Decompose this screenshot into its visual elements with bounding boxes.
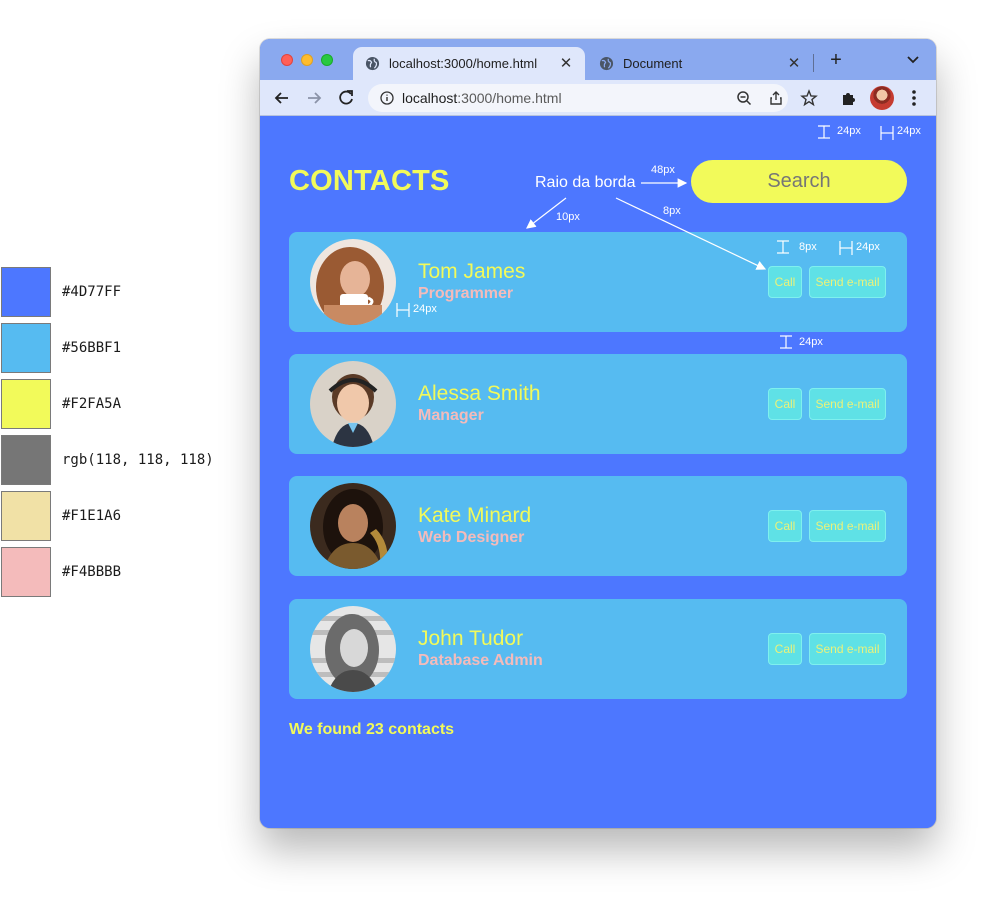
share-icon[interactable] <box>768 90 784 106</box>
annotation-label: 10px <box>556 211 580 223</box>
annotation-label: Raio da borda <box>535 174 636 191</box>
web-page: CONTACTS Search Tom James Programmer Cal… <box>260 116 936 828</box>
palette-item: #4D77FF <box>1 267 121 317</box>
tab-divider <box>813 54 814 72</box>
contact-role: Web Designer <box>418 529 525 546</box>
spacing-marker <box>780 335 792 349</box>
page-title: CONTACTS <box>289 165 450 197</box>
contacts-count: We found 23 contacts <box>289 721 455 738</box>
tab-title: localhost:3000/home.html <box>389 56 538 71</box>
bookmark-star-icon[interactable] <box>800 89 818 107</box>
minimize-window-button[interactable] <box>301 54 313 66</box>
close-icon[interactable]: ✕ <box>557 55 575 73</box>
call-button[interactable]: Call <box>768 388 802 420</box>
call-button[interactable]: Call <box>768 633 802 665</box>
color-label: #F2FA5A <box>62 396 122 412</box>
contact-card: Kate Minard Web Designer Call Send e-mai… <box>289 476 907 576</box>
color-label: rgb(118, 118, 118) <box>62 452 214 468</box>
more-menu-icon[interactable] <box>911 89 917 107</box>
palette-item: #F1E1A6 <box>1 491 121 541</box>
avatar-photo <box>310 483 396 569</box>
color-swatch <box>1 547 51 597</box>
tab-strip: localhost:3000/home.html ✕ Document ✕ + <box>260 39 936 80</box>
contact-name: John Tudor <box>418 627 524 650</box>
palette-item: #F2FA5A <box>1 379 121 429</box>
color-swatch <box>1 491 51 541</box>
browser-toolbar: localhost:3000/home.html <box>260 80 936 116</box>
spacing-marker <box>818 125 830 139</box>
avatar <box>310 361 396 447</box>
url-path: :3000/home.html <box>457 90 562 106</box>
new-tab-button[interactable]: + <box>826 50 846 70</box>
avatar <box>310 483 396 569</box>
contact-role: Programmer <box>418 285 514 302</box>
annotation-label: 24px <box>897 125 921 137</box>
contact-role: Manager <box>418 407 484 424</box>
zoom-window-button[interactable] <box>321 54 333 66</box>
reload-icon[interactable] <box>335 87 357 109</box>
profile-avatar[interactable] <box>870 86 894 110</box>
call-button[interactable]: Call <box>768 510 802 542</box>
avatar <box>310 239 396 325</box>
info-icon[interactable] <box>380 91 394 105</box>
url-text[interactable]: localhost:3000/home.html <box>402 90 562 106</box>
annotation-label: 24px <box>837 125 861 137</box>
color-label: #4D77FF <box>62 284 122 300</box>
screenshot-stage: #4D77FF #56BBF1 #F2FA5A rgb(118, 118, 11… <box>0 0 992 902</box>
color-swatch <box>1 379 51 429</box>
color-swatch <box>1 267 51 317</box>
palette-item: rgb(118, 118, 118) <box>1 435 214 485</box>
tab-home[interactable]: localhost:3000/home.html ✕ <box>353 47 585 80</box>
contact-card: John Tudor Database Admin Call Send e-ma… <box>289 599 907 699</box>
address-bar[interactable]: localhost:3000/home.html <box>368 84 788 112</box>
zoom-out-icon[interactable] <box>736 90 752 106</box>
color-swatch <box>1 435 51 485</box>
annotation-label: 8px <box>799 241 817 253</box>
globe-icon <box>365 56 380 71</box>
close-icon[interactable]: ✕ <box>785 55 803 73</box>
palette-item: #F4BBBB <box>1 547 121 597</box>
color-swatch <box>1 323 51 373</box>
search-input[interactable]: Search <box>691 160 907 203</box>
palette-item: #56BBF1 <box>1 323 121 373</box>
tab-title: Document <box>623 56 683 71</box>
url-host: localhost <box>402 90 458 106</box>
contact-name: Tom James <box>418 260 526 283</box>
extensions-icon[interactable] <box>840 89 858 107</box>
close-window-button[interactable] <box>281 54 293 66</box>
color-label: #F1E1A6 <box>62 508 122 524</box>
send-email-button[interactable]: Send e-mail <box>809 510 886 542</box>
contact-name: Kate Minard <box>418 504 532 527</box>
annotation-label: 24px <box>799 336 823 348</box>
forward-icon[interactable] <box>303 87 325 109</box>
tab-document[interactable]: Document ✕ <box>587 47 813 80</box>
globe-icon <box>599 56 614 71</box>
call-button[interactable]: Call <box>768 266 802 298</box>
contact-role: Database Admin <box>418 652 543 669</box>
avatar-photo <box>310 606 396 692</box>
avatar-photo <box>310 239 396 325</box>
send-email-button[interactable]: Send e-mail <box>809 633 886 665</box>
annotation-label: 24px <box>413 303 437 315</box>
color-label: #F4BBBB <box>62 564 122 580</box>
annotation-label: 48px <box>651 164 675 176</box>
back-icon[interactable] <box>271 87 293 109</box>
contact-card: Alessa Smith Manager Call Send e-mail <box>289 354 907 454</box>
send-email-button[interactable]: Send e-mail <box>809 266 886 298</box>
annotation-label: 24px <box>856 241 880 253</box>
color-label: #56BBF1 <box>62 340 122 356</box>
avatar <box>310 606 396 692</box>
contact-name: Alessa Smith <box>418 382 541 405</box>
browser-window: localhost:3000/home.html ✕ Document ✕ + <box>260 39 936 828</box>
avatar-photo <box>310 361 396 447</box>
spacing-marker <box>880 126 894 140</box>
chevron-down-icon[interactable] <box>905 51 921 67</box>
send-email-button[interactable]: Send e-mail <box>809 388 886 420</box>
annotation-label: 8px <box>663 205 681 217</box>
